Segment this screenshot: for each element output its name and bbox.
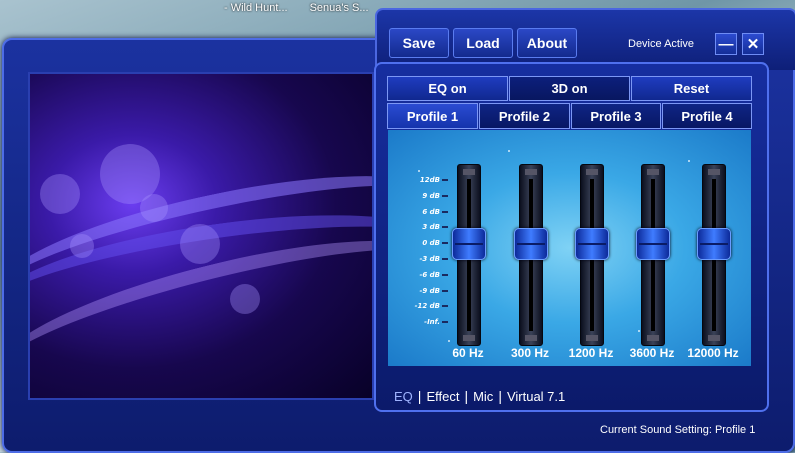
eq-band-frequency-label: 3600 Hz <box>629 346 675 360</box>
subtab-effect[interactable]: Effect <box>426 389 459 404</box>
subtab-mic[interactable]: Mic <box>473 389 493 404</box>
tab-profile-3[interactable]: Profile 3 <box>571 103 661 129</box>
subtab-separator: | <box>417 388 422 404</box>
desktop-taskbar-strip: - Wild Hunt... Senua's S... <box>220 0 373 18</box>
db-scale-label: -3 dB <box>412 255 448 263</box>
close-button[interactable]: ✕ <box>742 33 764 55</box>
load-button[interactable]: Load <box>453 28 513 58</box>
db-scale-label: 3 dB <box>412 223 448 231</box>
db-scale-label: 9 dB <box>412 192 448 200</box>
eq-slider-knob[interactable] <box>452 228 486 261</box>
save-button[interactable]: Save <box>389 28 449 58</box>
3d-on-button[interactable]: 3D on <box>509 76 630 101</box>
reset-button[interactable]: Reset <box>631 76 752 101</box>
eq-slider-knob[interactable] <box>575 228 609 261</box>
eq-slider-knob[interactable] <box>697 228 731 261</box>
db-scale-label: -12 dB <box>412 302 448 310</box>
taskbar-item-senua[interactable]: Senua's S... <box>306 0 373 18</box>
subtab-eq[interactable]: EQ <box>394 389 413 404</box>
db-scale-label: 12dB <box>412 176 448 184</box>
db-scale-label: -Inf. <box>412 318 448 326</box>
eq-on-button[interactable]: EQ on <box>387 76 508 101</box>
eq-slider-knob[interactable] <box>514 228 548 261</box>
eq-band-frequency-label: 1200 Hz <box>568 346 614 360</box>
subtab-separator: | <box>464 388 469 404</box>
minimize-button[interactable]: — <box>715 33 737 55</box>
device-status-label: Device Active <box>628 38 695 50</box>
eq-band-frequency-label: 60 Hz <box>452 346 484 360</box>
db-scale-label: 6 dB <box>412 208 448 216</box>
eq-band-frequency-label: 12000 Hz <box>687 346 739 360</box>
db-scale-label: 0 dB <box>412 239 448 247</box>
tab-profile-1[interactable]: Profile 1 <box>387 103 478 129</box>
eq-slider-knob[interactable] <box>636 228 670 261</box>
db-scale-label: -9 dB <box>412 287 448 295</box>
taskbar-item-wild-hunt[interactable]: - Wild Hunt... <box>220 0 292 18</box>
eq-band-frequency-label: 300 Hz <box>510 346 550 360</box>
db-scale-label: -6 dB <box>412 271 448 279</box>
subtab-virtual-7-1[interactable]: Virtual 7.1 <box>507 389 565 404</box>
sub-tab-bar: EQ | Effect | Mic | Virtual 7.1 <box>394 388 565 404</box>
tab-profile-4[interactable]: Profile 4 <box>662 103 752 129</box>
subtab-separator: | <box>498 388 502 404</box>
artwork-panel <box>28 72 374 400</box>
current-sound-setting: Current Sound Setting: Profile 1 <box>600 424 756 436</box>
tab-profile-2[interactable]: Profile 2 <box>479 103 570 129</box>
about-button[interactable]: About <box>517 28 577 58</box>
